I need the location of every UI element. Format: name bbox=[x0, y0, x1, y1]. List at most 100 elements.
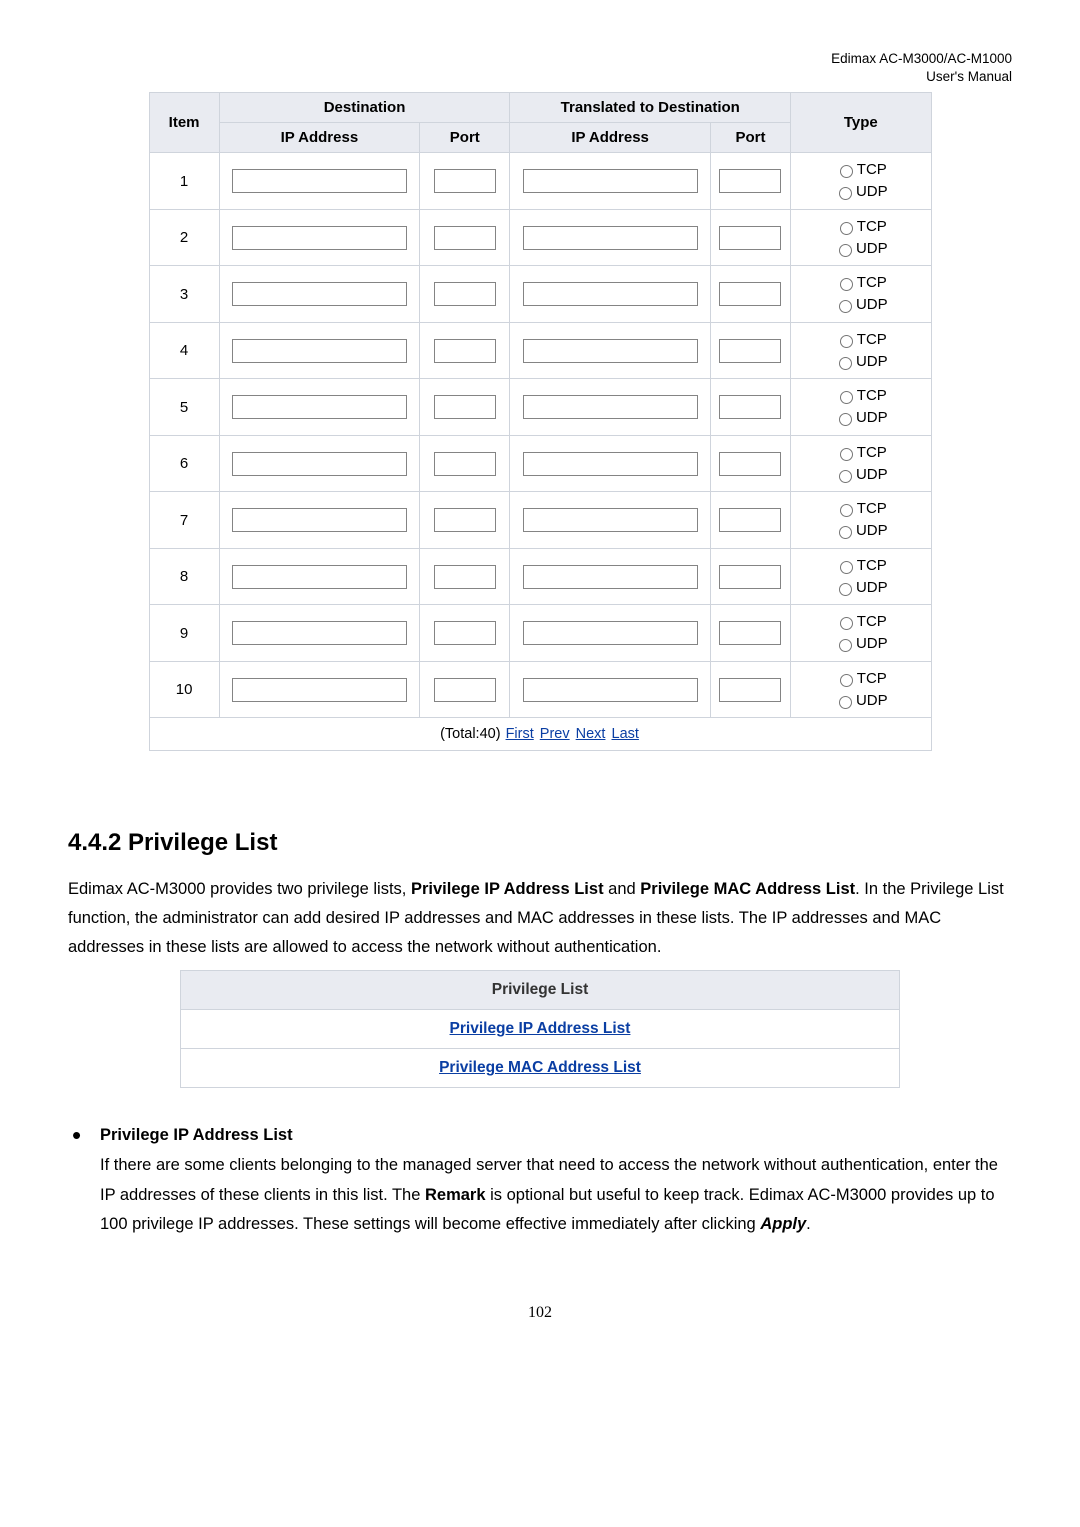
dest-ip-input[interactable] bbox=[232, 565, 407, 589]
type-udp-option[interactable]: UDP bbox=[795, 633, 926, 655]
bullet-marker: • bbox=[68, 1126, 100, 1240]
dest-port-input[interactable] bbox=[434, 565, 496, 589]
intro-text-2: and bbox=[604, 880, 641, 898]
trans-ip-input[interactable] bbox=[523, 621, 698, 645]
trans-port-input[interactable] bbox=[719, 282, 781, 306]
privilege-mac-link[interactable]: Privilege MAC Address List bbox=[439, 1059, 641, 1076]
type-udp-radio[interactable] bbox=[839, 300, 852, 313]
type-tcp-radio[interactable] bbox=[840, 165, 853, 178]
trans-port-input[interactable] bbox=[719, 226, 781, 250]
trans-port-input[interactable] bbox=[719, 508, 781, 532]
type-tcp-radio[interactable] bbox=[840, 674, 853, 687]
trans-port-input[interactable] bbox=[719, 565, 781, 589]
dest-port-input[interactable] bbox=[434, 339, 496, 363]
trans-ip-input[interactable] bbox=[523, 169, 698, 193]
trans-port-input[interactable] bbox=[719, 678, 781, 702]
trans-port-input[interactable] bbox=[719, 452, 781, 476]
page-number: 102 bbox=[68, 1304, 1012, 1322]
type-tcp-option[interactable]: TCP bbox=[795, 272, 926, 294]
type-udp-radio[interactable] bbox=[839, 639, 852, 652]
intro-bold-2: Privilege MAC Address List bbox=[640, 880, 855, 898]
type-udp-label: UDP bbox=[856, 692, 888, 709]
type-tcp-option[interactable]: TCP bbox=[795, 555, 926, 577]
type-tcp-option[interactable]: TCP bbox=[795, 329, 926, 351]
privilege-ip-link[interactable]: Privilege IP Address List bbox=[450, 1020, 631, 1037]
type-udp-radio[interactable] bbox=[839, 470, 852, 483]
pager-first-link[interactable]: First bbox=[506, 726, 534, 742]
type-udp-option[interactable]: UDP bbox=[795, 238, 926, 260]
type-tcp-option[interactable]: TCP bbox=[795, 442, 926, 464]
dest-port-input[interactable] bbox=[434, 678, 496, 702]
type-udp-option[interactable]: UDP bbox=[795, 690, 926, 712]
dest-port-input[interactable] bbox=[434, 621, 496, 645]
doc-header-line1: Edimax AC-M3000/AC-M1000 bbox=[831, 51, 1012, 66]
type-tcp-option[interactable]: TCP bbox=[795, 216, 926, 238]
pager-last-link[interactable]: Last bbox=[612, 726, 639, 742]
type-tcp-option[interactable]: TCP bbox=[795, 611, 926, 633]
item-cell: 7 bbox=[149, 492, 219, 549]
type-tcp-radio[interactable] bbox=[840, 504, 853, 517]
type-tcp-option[interactable]: TCP bbox=[795, 159, 926, 181]
dest-ip-input[interactable] bbox=[232, 508, 407, 532]
dest-port-input[interactable] bbox=[434, 508, 496, 532]
type-tcp-radio[interactable] bbox=[840, 222, 853, 235]
type-tcp-radio[interactable] bbox=[840, 617, 853, 630]
type-tcp-radio[interactable] bbox=[840, 561, 853, 574]
type-udp-option[interactable]: UDP bbox=[795, 520, 926, 542]
dest-port-input[interactable] bbox=[434, 169, 496, 193]
type-tcp-option[interactable]: TCP bbox=[795, 385, 926, 407]
type-tcp-radio[interactable] bbox=[840, 391, 853, 404]
type-udp-radio[interactable] bbox=[839, 413, 852, 426]
dest-ip-input[interactable] bbox=[232, 678, 407, 702]
dest-ip-input[interactable] bbox=[232, 169, 407, 193]
type-udp-radio[interactable] bbox=[839, 583, 852, 596]
type-udp-radio[interactable] bbox=[839, 244, 852, 257]
type-udp-option[interactable]: UDP bbox=[795, 351, 926, 373]
type-tcp-option[interactable]: TCP bbox=[795, 668, 926, 690]
type-tcp-radio[interactable] bbox=[840, 335, 853, 348]
dest-ip-input[interactable] bbox=[232, 282, 407, 306]
dest-ip-input[interactable] bbox=[232, 339, 407, 363]
trans-ip-input[interactable] bbox=[523, 395, 698, 419]
intro-text-1: Edimax AC-M3000 provides two privilege l… bbox=[68, 880, 411, 898]
type-tcp-radio[interactable] bbox=[840, 448, 853, 461]
type-udp-option[interactable]: UDP bbox=[795, 294, 926, 316]
type-udp-option[interactable]: UDP bbox=[795, 181, 926, 203]
dest-port-input[interactable] bbox=[434, 452, 496, 476]
dest-ip-input[interactable] bbox=[232, 395, 407, 419]
section-heading: 4.4.2 Privilege List bbox=[68, 829, 1012, 857]
trans-ip-input[interactable] bbox=[523, 339, 698, 363]
type-tcp-label: TCP bbox=[857, 161, 887, 178]
dest-port-input[interactable] bbox=[434, 282, 496, 306]
type-udp-option[interactable]: UDP bbox=[795, 577, 926, 599]
type-tcp-option[interactable]: TCP bbox=[795, 498, 926, 520]
trans-port-input[interactable] bbox=[719, 621, 781, 645]
trans-ip-input[interactable] bbox=[523, 282, 698, 306]
type-udp-radio[interactable] bbox=[839, 357, 852, 370]
type-udp-label: UDP bbox=[856, 296, 888, 313]
bullet-body: If there are some clients belonging to t… bbox=[100, 1151, 1012, 1240]
trans-ip-input[interactable] bbox=[523, 226, 698, 250]
dest-ip-input[interactable] bbox=[232, 226, 407, 250]
trans-port-input[interactable] bbox=[719, 169, 781, 193]
type-udp-option[interactable]: UDP bbox=[795, 464, 926, 486]
trans-ip-input[interactable] bbox=[523, 565, 698, 589]
pager-prev-link[interactable]: Prev bbox=[540, 726, 570, 742]
type-udp-radio[interactable] bbox=[839, 526, 852, 539]
intro-bold-1: Privilege IP Address List bbox=[411, 880, 604, 898]
table-row: 1TCPUDP bbox=[149, 153, 931, 210]
trans-ip-input[interactable] bbox=[523, 508, 698, 532]
trans-ip-input[interactable] bbox=[523, 452, 698, 476]
type-udp-option[interactable]: UDP bbox=[795, 407, 926, 429]
dest-ip-input[interactable] bbox=[232, 621, 407, 645]
type-udp-radio[interactable] bbox=[839, 696, 852, 709]
type-tcp-radio[interactable] bbox=[840, 278, 853, 291]
dest-port-input[interactable] bbox=[434, 226, 496, 250]
trans-ip-input[interactable] bbox=[523, 678, 698, 702]
trans-port-input[interactable] bbox=[719, 395, 781, 419]
pager-next-link[interactable]: Next bbox=[576, 726, 606, 742]
dest-port-input[interactable] bbox=[434, 395, 496, 419]
type-udp-radio[interactable] bbox=[839, 187, 852, 200]
dest-ip-input[interactable] bbox=[232, 452, 407, 476]
trans-port-input[interactable] bbox=[719, 339, 781, 363]
